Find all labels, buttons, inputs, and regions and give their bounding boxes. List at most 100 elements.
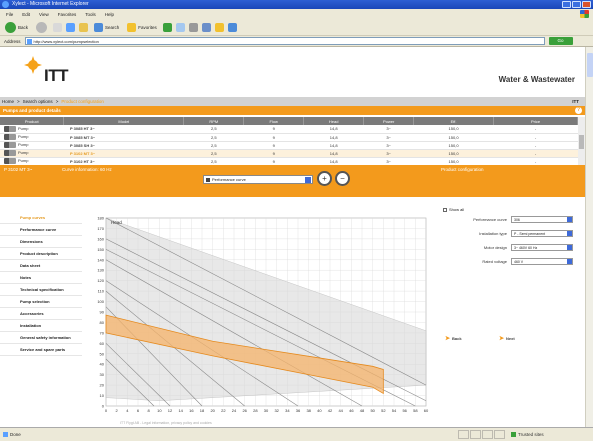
address-input[interactable]: http://www.xylect.com/pumpselection — [24, 37, 545, 45]
next-link[interactable]: ➤ Next — [499, 335, 515, 342]
back-link[interactable]: ➤ Back — [445, 335, 462, 342]
folder-icon[interactable] — [214, 22, 224, 32]
side-nav-item[interactable]: Technical specification — [0, 284, 82, 296]
y-tick-label: 140 — [97, 257, 104, 262]
help-icon[interactable]: ? — [575, 107, 582, 114]
menu-tools[interactable]: Tools — [85, 12, 96, 17]
curve-select[interactable]: 306 — [511, 216, 573, 223]
installation-select[interactable]: P - Semi permanent — [511, 230, 573, 237]
menu-view[interactable]: View — [39, 12, 49, 17]
model-cell: P 3085 HT 3~ — [63, 125, 184, 134]
checkbox-icon — [443, 207, 447, 212]
side-nav-item[interactable]: Installation — [0, 320, 82, 332]
edit-icon[interactable] — [201, 22, 211, 32]
back-arrow-icon — [5, 21, 16, 33]
y-tick-label: 130 — [97, 268, 104, 273]
col-header[interactable]: Price — [493, 117, 578, 125]
go-button[interactable]: Go — [548, 37, 573, 45]
side-nav-item[interactable]: Dimensions — [0, 236, 82, 248]
col-header[interactable]: Flow — [243, 117, 305, 125]
config-row-voltage: Rated voltage 460 V — [441, 258, 581, 266]
table-row[interactable]: Pump P 3085 HT 3~ 2,5 9 14,8 3~ 150,0- — [0, 125, 578, 134]
arrow-icon: ➤ — [445, 336, 451, 342]
x-tick-label: 12 — [168, 408, 173, 413]
forward-button[interactable] — [34, 21, 49, 33]
side-nav-item[interactable]: General safety information — [0, 332, 82, 344]
footer-note: ITT Flygt AB - Legal information, privac… — [120, 421, 212, 425]
print-icon[interactable] — [188, 22, 198, 32]
table-cell: - — [493, 157, 578, 166]
menu-edit[interactable]: Edit — [22, 12, 30, 17]
pump-thumbnail-icon — [4, 150, 16, 156]
x-tick-label: 0 — [105, 408, 108, 413]
page-content: ITT Water & Wastewater Home > Search opti… — [0, 47, 585, 427]
col-header[interactable]: Model — [63, 117, 185, 125]
breadcrumb-search-options[interactable]: Search options — [23, 97, 53, 106]
table-cell: 14,8 — [303, 125, 364, 134]
itt-logo-icon — [24, 56, 42, 74]
side-nav-item[interactable]: Data sheet — [0, 260, 82, 272]
stop-icon[interactable] — [53, 22, 63, 32]
mail-icon[interactable] — [175, 22, 185, 32]
ie-icon — [2, 1, 9, 8]
motor-select[interactable]: 3~ 460V 60 Hz — [511, 244, 573, 251]
side-nav-item[interactable]: Pump selection — [0, 296, 82, 308]
zoom-in-button[interactable]: + — [317, 171, 332, 186]
config-row-curve: Performance curve 306 — [441, 216, 581, 224]
side-nav-item[interactable]: Pump curves — [0, 212, 82, 224]
graph-type-select[interactable]: Performance curve — [203, 175, 313, 184]
security-zone: Trusted sites — [511, 432, 544, 437]
y-tick-label: 100 — [97, 299, 104, 304]
media-icon[interactable] — [162, 22, 172, 32]
show-all-checkbox[interactable]: Show all — [443, 207, 464, 212]
zoom-out-button[interactable]: − — [335, 171, 350, 186]
table-row[interactable]: Pump P 3102 MT 3~ 2,5 9 14,8 3~ 150,0- — [0, 149, 578, 158]
model-cell: P 3085 SH 3~ — [63, 141, 184, 150]
table-row[interactable]: Pump P 3102 HT 3~ 2,5 9 14,8 3~ 150,0- — [0, 157, 578, 166]
y-tick-label: 30 — [100, 372, 105, 377]
home-icon[interactable] — [79, 22, 89, 32]
breadcrumb: Home > Search options > Product configurat… — [0, 97, 585, 106]
y-tick-label: 70 — [100, 330, 105, 335]
col-header[interactable]: Power — [363, 117, 415, 125]
chart-title: Head — [111, 220, 122, 225]
maximize-button[interactable] — [572, 1, 581, 8]
side-nav-item[interactable]: Product description — [0, 248, 82, 260]
breadcrumb-home[interactable]: Home — [2, 97, 14, 106]
table-cell: 3~ — [363, 133, 414, 142]
side-nav-item[interactable]: Accessories — [0, 308, 82, 320]
search-button[interactable]: Search — [92, 21, 121, 33]
col-header[interactable]: Product — [0, 117, 65, 125]
col-header[interactable]: Head — [303, 117, 365, 125]
pump-thumbnail-icon — [4, 134, 16, 140]
menu-file[interactable]: File — [6, 12, 13, 17]
close-button[interactable] — [582, 1, 591, 8]
table-scrollbar[interactable] — [578, 117, 585, 165]
messenger-icon[interactable] — [227, 22, 237, 32]
side-nav-item[interactable]: Notes — [0, 272, 82, 284]
col-header[interactable]: Eff. — [413, 117, 495, 125]
side-nav-item[interactable]: Performance curve — [0, 224, 82, 236]
refresh-icon[interactable] — [66, 22, 76, 32]
itt-logo[interactable]: ITT — [44, 66, 69, 86]
table-cell: 2,5 — [183, 125, 244, 134]
col-header[interactable]: RPM — [183, 117, 245, 125]
y-tick-label: 80 — [100, 320, 105, 325]
side-nav-item[interactable]: Service and spare parts — [0, 344, 82, 356]
voltage-select[interactable]: 460 V — [511, 258, 573, 265]
table-cell: 14,8 — [303, 157, 364, 166]
minimize-button[interactable] — [562, 1, 571, 8]
menu-help[interactable]: Help — [105, 12, 114, 17]
table-row[interactable]: Pump P 3085 SH 3~ 2,5 9 14,8 3~ 150,0- — [0, 141, 578, 150]
x-tick-label: 50 — [370, 408, 375, 413]
back-button[interactable]: Back — [3, 21, 30, 33]
search-icon — [94, 22, 104, 32]
y-tick-label: 170 — [97, 226, 104, 231]
table-row[interactable]: Pump P 3085 MT 3~ 2,5 9 14,8 3~ 150,0- — [0, 133, 578, 142]
table-cell: 3~ — [363, 125, 414, 134]
menu-favorites[interactable]: Favorites — [58, 12, 77, 17]
favorites-button[interactable]: Favorites — [125, 21, 159, 33]
selected-product: P 3102 MT 3~ — [4, 167, 33, 172]
x-tick-label: 10 — [157, 408, 162, 413]
page-scrollbar[interactable] — [585, 47, 593, 427]
